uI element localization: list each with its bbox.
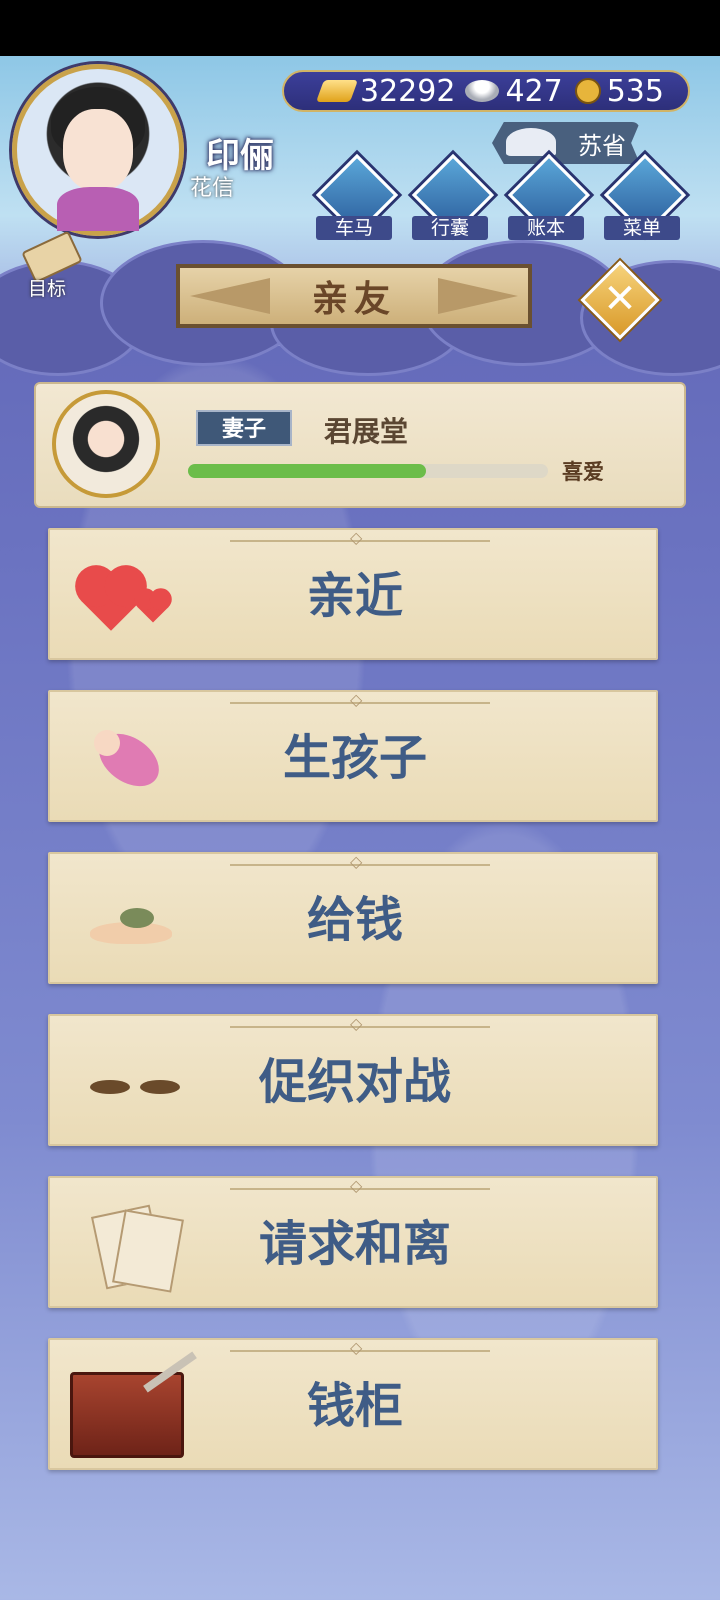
silver-ingot-icon <box>465 80 500 102</box>
action-divorce-button[interactable]: 请求和离 <box>48 1176 658 1308</box>
action-label: 给钱 <box>306 892 403 948</box>
affection-fill <box>188 464 426 478</box>
silver-amount: 427 <box>505 73 563 109</box>
action-label: 请求和离 <box>258 1216 451 1272</box>
region-label: 苏省 <box>578 131 626 160</box>
player-title: 花信 <box>190 176 235 201</box>
action-label: 亲近 <box>306 568 403 624</box>
spouse-avatar <box>52 390 160 498</box>
target-button[interactable]: 目标 <box>16 230 83 300</box>
close-icon[interactable]: ✕ <box>592 272 648 328</box>
gold-ingot-icon <box>315 80 359 102</box>
target-label: 目标 <box>27 278 66 300</box>
nav-label: 菜单 <box>604 216 680 240</box>
page-title-plate: 亲友 <box>176 264 532 328</box>
affection-label: 喜爱 <box>562 460 604 484</box>
nav-label: 账本 <box>508 216 584 240</box>
player-avatar[interactable] <box>12 64 184 236</box>
spouse-relation-tag: 妻子 <box>196 410 292 446</box>
action-close-button[interactable]: 亲近 <box>48 528 658 660</box>
status-bar <box>0 0 720 56</box>
gold-amount: 32292 <box>360 73 456 109</box>
action-money-chest-button[interactable]: 钱柜 <box>48 1338 658 1470</box>
action-label: 生孩子 <box>282 730 427 786</box>
region-button[interactable]: 苏省 <box>492 122 640 164</box>
nav-bag-button[interactable]: 行囊 <box>411 153 495 240</box>
action-label: 促织对战 <box>258 1054 451 1110</box>
nav-label: 行囊 <box>412 216 488 240</box>
nav-menu-button[interactable]: 菜单 <box>603 153 687 240</box>
region-icon <box>506 128 556 156</box>
action-baby-button[interactable]: 生孩子 <box>48 690 658 822</box>
copper-coin-icon <box>574 78 601 104</box>
currency-bar: 32292 427 535 <box>282 70 690 112</box>
coin-amount: 535 <box>606 73 664 109</box>
spouse-name: 君展堂 <box>324 415 409 448</box>
spouse-card[interactable]: 妻子 君展堂 喜爱 <box>34 382 686 508</box>
page-title: 亲友 <box>311 279 396 320</box>
nav-ledger-button[interactable]: 账本 <box>507 153 591 240</box>
nav-label: 车马 <box>316 216 392 240</box>
nav-carriage-button[interactable]: 车马 <box>315 153 399 240</box>
affection-bar <box>188 464 548 478</box>
action-give-money-button[interactable]: 给钱 <box>48 852 658 984</box>
action-cricket-battle-button[interactable]: 促织对战 <box>48 1014 658 1146</box>
action-label: 钱柜 <box>306 1378 403 1434</box>
